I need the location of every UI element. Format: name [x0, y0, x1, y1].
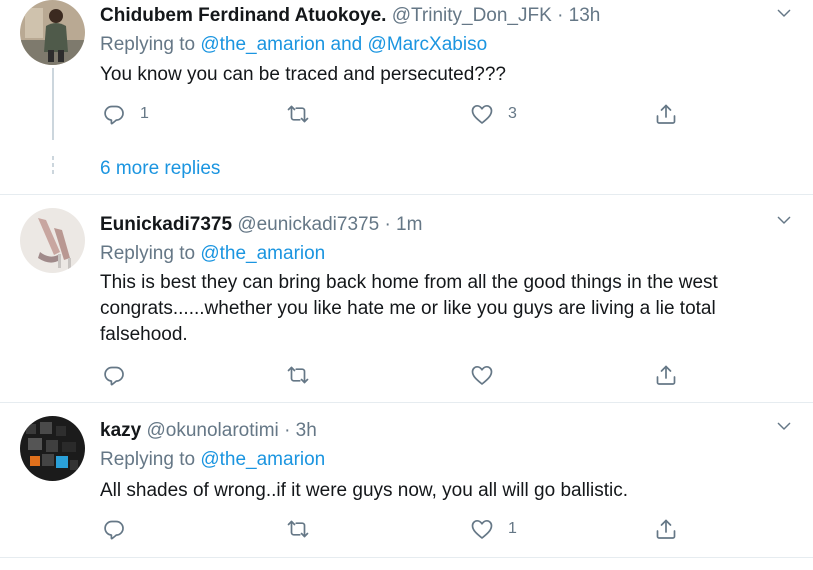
- chevron-down-icon[interactable]: [775, 4, 793, 22]
- user-handle[interactable]: @okunolarotimi: [146, 420, 278, 441]
- reply-button[interactable]: 1: [102, 102, 149, 126]
- replying-to-label: Replying to: [100, 243, 196, 264]
- separator: ·: [284, 420, 291, 441]
- user-handle[interactable]: @eunickadi7375: [237, 214, 379, 235]
- timestamp[interactable]: 13h: [569, 5, 601, 26]
- tweet-header: Eunickadi7375 @eunickadi7375 · 1m: [100, 213, 422, 237]
- heart-icon: [470, 517, 494, 541]
- tweet-text: You know you can be traced and persecute…: [100, 64, 506, 85]
- retweet-icon: [286, 517, 310, 541]
- display-name[interactable]: kazy: [100, 420, 141, 441]
- thread-dots: [52, 156, 54, 177]
- separator: ·: [384, 214, 391, 235]
- chevron-down-icon[interactable]: [775, 417, 793, 435]
- share-button[interactable]: [654, 363, 678, 387]
- timestamp[interactable]: 3h: [296, 420, 317, 441]
- thread-line: [52, 68, 54, 140]
- like-count: 1: [508, 520, 517, 537]
- retweet-icon: [286, 102, 310, 126]
- chevron-down-icon[interactable]: [775, 211, 793, 229]
- share-button[interactable]: [654, 102, 678, 126]
- avatar[interactable]: [20, 208, 85, 273]
- reply-icon: [102, 363, 126, 387]
- replying-to: Replying to @the_amarion: [100, 242, 325, 266]
- retweet-icon: [286, 363, 310, 387]
- divider: [0, 557, 813, 558]
- replying-to-label: Replying to: [100, 34, 196, 55]
- share-icon: [654, 517, 678, 541]
- display-name[interactable]: Eunickadi7375: [100, 214, 232, 235]
- tweet[interactable]: kazy @okunolarotimi · 3h Replying to @th…: [0, 403, 813, 558]
- heart-icon: [470, 102, 494, 126]
- mention-link[interactable]: @the_amarion: [200, 243, 325, 264]
- share-icon: [654, 102, 678, 126]
- replying-to: Replying to @the_amarion and @MarcXabiso: [100, 33, 487, 57]
- tweet-header: Chidubem Ferdinand Atuokoye. @Trinity_Do…: [100, 4, 600, 28]
- reply-icon: [102, 517, 126, 541]
- action-bar: 1 3: [100, 102, 700, 126]
- mention-link[interactable]: @the_amarion: [200, 449, 325, 470]
- action-bar: 1: [100, 517, 700, 541]
- retweet-button[interactable]: [286, 517, 324, 541]
- like-count: 3: [508, 105, 517, 122]
- reply-button[interactable]: [102, 363, 140, 387]
- share-button[interactable]: [654, 517, 678, 541]
- tweet-text: This is best they can bring back home fr…: [100, 272, 718, 345]
- tweet[interactable]: Chidubem Ferdinand Atuokoye. @Trinity_Do…: [0, 0, 813, 195]
- avatar[interactable]: [20, 416, 85, 481]
- avatar[interactable]: [20, 0, 85, 65]
- mention-link[interactable]: @MarcXabiso: [368, 34, 488, 55]
- mention-link[interactable]: @the_amarion: [200, 34, 325, 55]
- replying-to-label: Replying to: [100, 449, 196, 470]
- tweet[interactable]: Eunickadi7375 @eunickadi7375 · 1m Replyi…: [0, 195, 813, 402]
- more-replies-link[interactable]: 6 more replies: [100, 157, 220, 181]
- reply-count: 1: [140, 105, 149, 122]
- reply-button[interactable]: [102, 517, 140, 541]
- retweet-button[interactable]: [286, 363, 324, 387]
- like-button[interactable]: 1: [470, 517, 517, 541]
- mention-joiner: and: [330, 34, 363, 55]
- action-bar: [100, 363, 700, 387]
- share-icon: [654, 363, 678, 387]
- like-button[interactable]: [470, 363, 508, 387]
- timestamp[interactable]: 1m: [396, 214, 422, 235]
- replying-to: Replying to @the_amarion: [100, 448, 325, 472]
- like-button[interactable]: 3: [470, 102, 517, 126]
- display-name[interactable]: Chidubem Ferdinand Atuokoye.: [100, 5, 386, 26]
- heart-icon: [470, 363, 494, 387]
- retweet-button[interactable]: [286, 102, 324, 126]
- tweet-header: kazy @okunolarotimi · 3h: [100, 419, 317, 443]
- reply-icon: [102, 102, 126, 126]
- tweet-text: All shades of wrong..if it were guys now…: [100, 480, 629, 501]
- separator: ·: [557, 5, 564, 26]
- user-handle[interactable]: @Trinity_Don_JFK: [392, 5, 552, 26]
